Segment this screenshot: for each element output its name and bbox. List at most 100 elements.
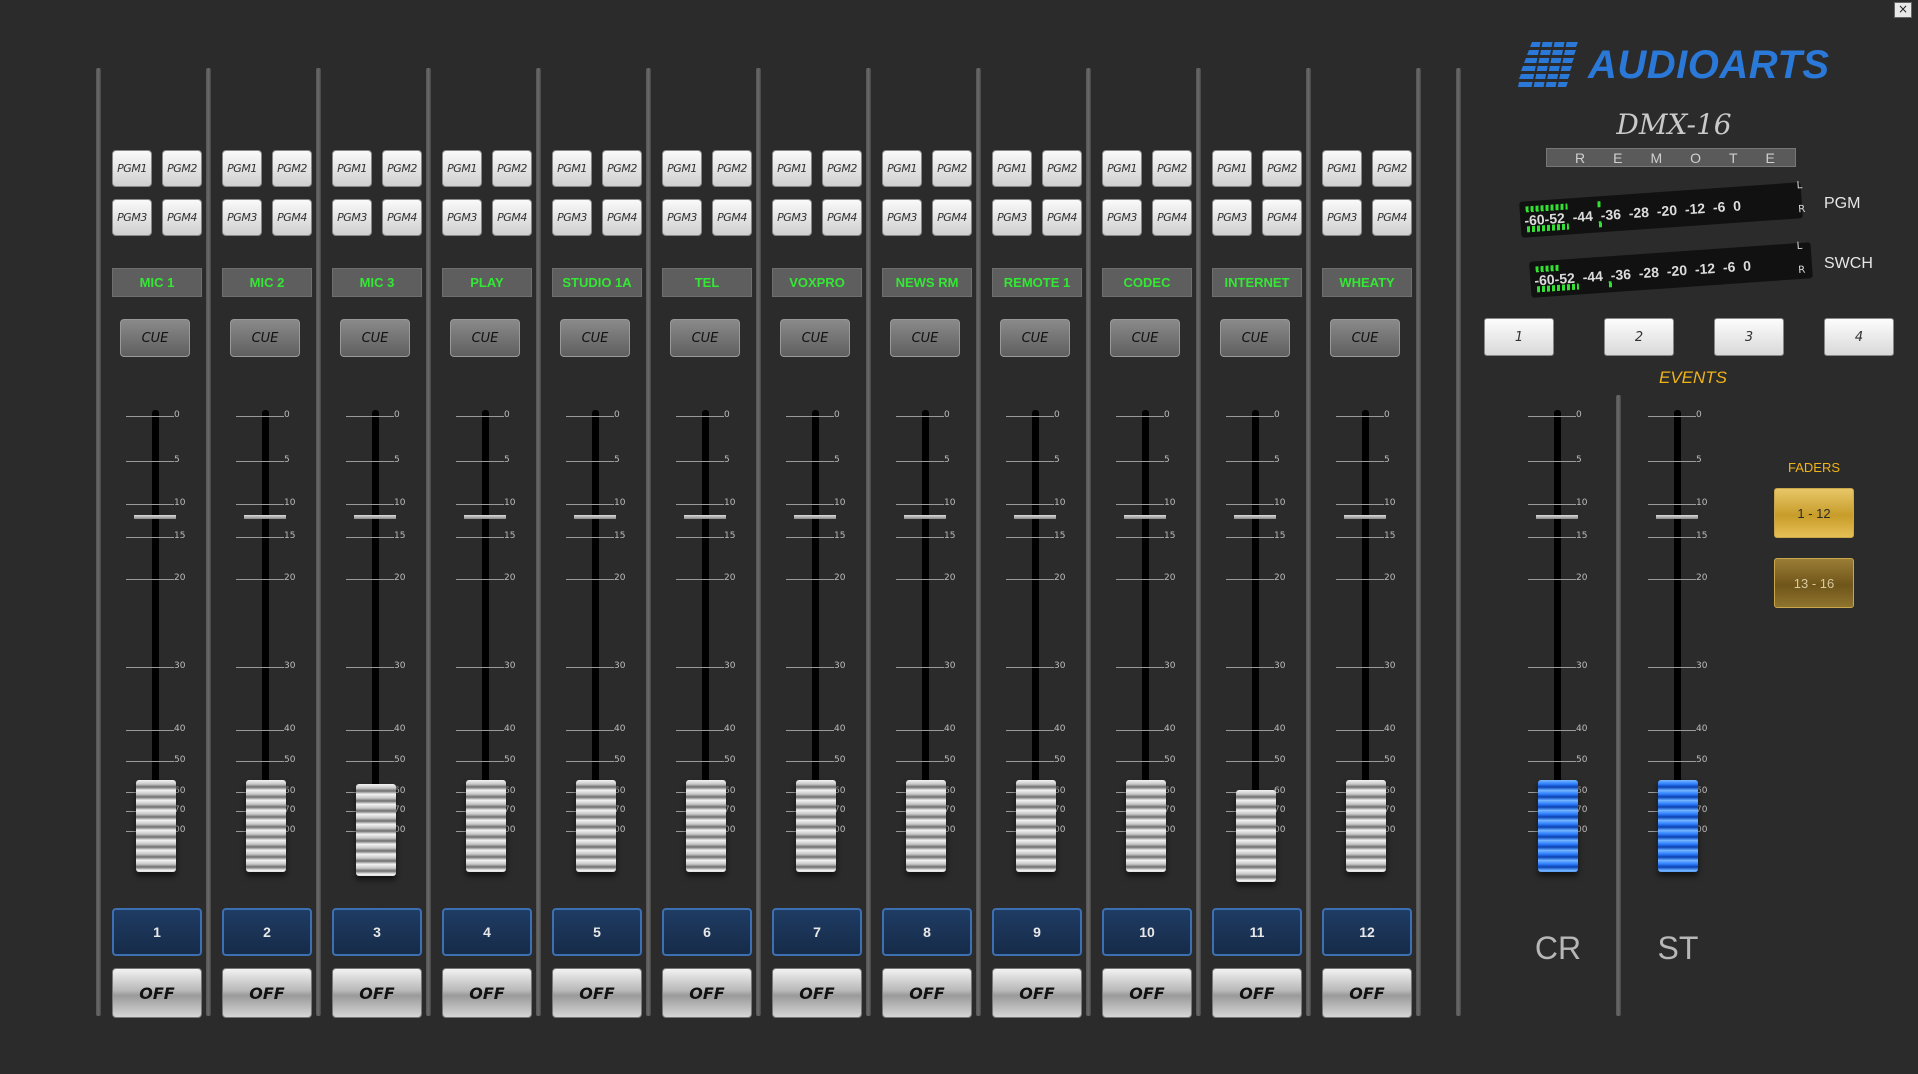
- assign-pgm1-button[interactable]: PGM1: [1212, 150, 1252, 187]
- assign-pgm2-button[interactable]: PGM2: [1042, 150, 1082, 187]
- cue-button[interactable]: CUE: [340, 319, 410, 357]
- channel-fader[interactable]: [246, 780, 286, 872]
- assign-pgm4-button[interactable]: PGM4: [602, 199, 642, 236]
- assign-pgm2-button[interactable]: PGM2: [382, 150, 422, 187]
- channel-off-button[interactable]: OFF: [1322, 968, 1412, 1018]
- assign-pgm1-button[interactable]: PGM1: [112, 150, 152, 187]
- assign-pgm4-button[interactable]: PGM4: [1372, 199, 1412, 236]
- assign-pgm4-button[interactable]: PGM4: [382, 199, 422, 236]
- channel-off-button[interactable]: OFF: [992, 968, 1082, 1018]
- channel-fader[interactable]: [906, 780, 946, 872]
- channel-off-button[interactable]: OFF: [112, 968, 202, 1018]
- channel-on-button[interactable]: 5: [552, 908, 642, 956]
- assign-pgm4-button[interactable]: PGM4: [1262, 199, 1302, 236]
- assign-pgm3-button[interactable]: PGM3: [442, 199, 482, 236]
- cue-button[interactable]: CUE: [1220, 319, 1290, 357]
- channel-on-button[interactable]: 9: [992, 908, 1082, 956]
- channel-fader[interactable]: [1126, 780, 1166, 872]
- master-fader-cr[interactable]: [1538, 780, 1578, 872]
- assign-pgm3-button[interactable]: PGM3: [112, 199, 152, 236]
- assign-pgm3-button[interactable]: PGM3: [552, 199, 592, 236]
- assign-pgm3-button[interactable]: PGM3: [1212, 199, 1252, 236]
- assign-pgm4-button[interactable]: PGM4: [272, 199, 312, 236]
- assign-pgm1-button[interactable]: PGM1: [1102, 150, 1142, 187]
- channel-fader[interactable]: [136, 780, 176, 872]
- assign-pgm1-button[interactable]: PGM1: [662, 150, 702, 187]
- cue-button[interactable]: CUE: [1330, 319, 1400, 357]
- assign-pgm2-button[interactable]: PGM2: [712, 150, 752, 187]
- assign-pgm4-button[interactable]: PGM4: [822, 199, 862, 236]
- channel-off-button[interactable]: OFF: [1212, 968, 1302, 1018]
- assign-pgm2-button[interactable]: PGM2: [1372, 150, 1412, 187]
- cue-button[interactable]: CUE: [1110, 319, 1180, 357]
- assign-pgm4-button[interactable]: PGM4: [1152, 199, 1192, 236]
- cue-button[interactable]: CUE: [1000, 319, 1070, 357]
- assign-pgm2-button[interactable]: PGM2: [1152, 150, 1192, 187]
- assign-pgm2-button[interactable]: PGM2: [1262, 150, 1302, 187]
- channel-off-button[interactable]: OFF: [1102, 968, 1192, 1018]
- channel-off-button[interactable]: OFF: [662, 968, 752, 1018]
- channel-off-button[interactable]: OFF: [772, 968, 862, 1018]
- cue-button[interactable]: CUE: [670, 319, 740, 357]
- fader-bank-1-12-button[interactable]: 1 - 12: [1774, 488, 1854, 538]
- channel-on-button[interactable]: 6: [662, 908, 752, 956]
- channel-fader[interactable]: [1016, 780, 1056, 872]
- cue-button[interactable]: CUE: [780, 319, 850, 357]
- assign-pgm2-button[interactable]: PGM2: [602, 150, 642, 187]
- channel-off-button[interactable]: OFF: [332, 968, 422, 1018]
- cue-button[interactable]: CUE: [890, 319, 960, 357]
- assign-pgm3-button[interactable]: PGM3: [772, 199, 812, 236]
- assign-pgm4-button[interactable]: PGM4: [162, 199, 202, 236]
- cue-button[interactable]: CUE: [450, 319, 520, 357]
- channel-on-button[interactable]: 1: [112, 908, 202, 956]
- channel-on-button[interactable]: 11: [1212, 908, 1302, 956]
- assign-pgm1-button[interactable]: PGM1: [992, 150, 1032, 187]
- assign-pgm4-button[interactable]: PGM4: [1042, 199, 1082, 236]
- channel-fader[interactable]: [466, 780, 506, 872]
- assign-pgm2-button[interactable]: PGM2: [162, 150, 202, 187]
- channel-off-button[interactable]: OFF: [442, 968, 532, 1018]
- channel-on-button[interactable]: 12: [1322, 908, 1412, 956]
- assign-pgm1-button[interactable]: PGM1: [442, 150, 482, 187]
- assign-pgm3-button[interactable]: PGM3: [1102, 199, 1142, 236]
- cue-button[interactable]: CUE: [560, 319, 630, 357]
- close-button[interactable]: ×: [1894, 2, 1912, 18]
- assign-pgm4-button[interactable]: PGM4: [932, 199, 972, 236]
- assign-pgm4-button[interactable]: PGM4: [712, 199, 752, 236]
- assign-pgm3-button[interactable]: PGM3: [332, 199, 372, 236]
- assign-pgm4-button[interactable]: PGM4: [492, 199, 532, 236]
- assign-pgm1-button[interactable]: PGM1: [882, 150, 922, 187]
- assign-pgm2-button[interactable]: PGM2: [822, 150, 862, 187]
- channel-on-button[interactable]: 3: [332, 908, 422, 956]
- channel-fader[interactable]: [356, 784, 396, 876]
- assign-pgm1-button[interactable]: PGM1: [332, 150, 372, 187]
- assign-pgm1-button[interactable]: PGM1: [222, 150, 262, 187]
- channel-off-button[interactable]: OFF: [882, 968, 972, 1018]
- assign-pgm3-button[interactable]: PGM3: [662, 199, 702, 236]
- channel-on-button[interactable]: 7: [772, 908, 862, 956]
- channel-fader[interactable]: [1236, 790, 1276, 882]
- channel-off-button[interactable]: OFF: [552, 968, 642, 1018]
- cue-button[interactable]: CUE: [230, 319, 300, 357]
- assign-pgm3-button[interactable]: PGM3: [222, 199, 262, 236]
- channel-on-button[interactable]: 2: [222, 908, 312, 956]
- event-button-4[interactable]: 4: [1824, 318, 1894, 356]
- channel-fader[interactable]: [1346, 780, 1386, 872]
- channel-fader[interactable]: [576, 780, 616, 872]
- channel-on-button[interactable]: 4: [442, 908, 532, 956]
- assign-pgm3-button[interactable]: PGM3: [882, 199, 922, 236]
- assign-pgm1-button[interactable]: PGM1: [1322, 150, 1362, 187]
- assign-pgm1-button[interactable]: PGM1: [772, 150, 812, 187]
- channel-fader[interactable]: [796, 780, 836, 872]
- assign-pgm2-button[interactable]: PGM2: [272, 150, 312, 187]
- assign-pgm2-button[interactable]: PGM2: [932, 150, 972, 187]
- fader-bank-13-16-button[interactable]: 13 - 16: [1774, 558, 1854, 608]
- assign-pgm1-button[interactable]: PGM1: [552, 150, 592, 187]
- assign-pgm3-button[interactable]: PGM3: [1322, 199, 1362, 236]
- assign-pgm2-button[interactable]: PGM2: [492, 150, 532, 187]
- channel-on-button[interactable]: 8: [882, 908, 972, 956]
- channel-fader[interactable]: [686, 780, 726, 872]
- channel-off-button[interactable]: OFF: [222, 968, 312, 1018]
- channel-on-button[interactable]: 10: [1102, 908, 1192, 956]
- cue-button[interactable]: CUE: [120, 319, 190, 357]
